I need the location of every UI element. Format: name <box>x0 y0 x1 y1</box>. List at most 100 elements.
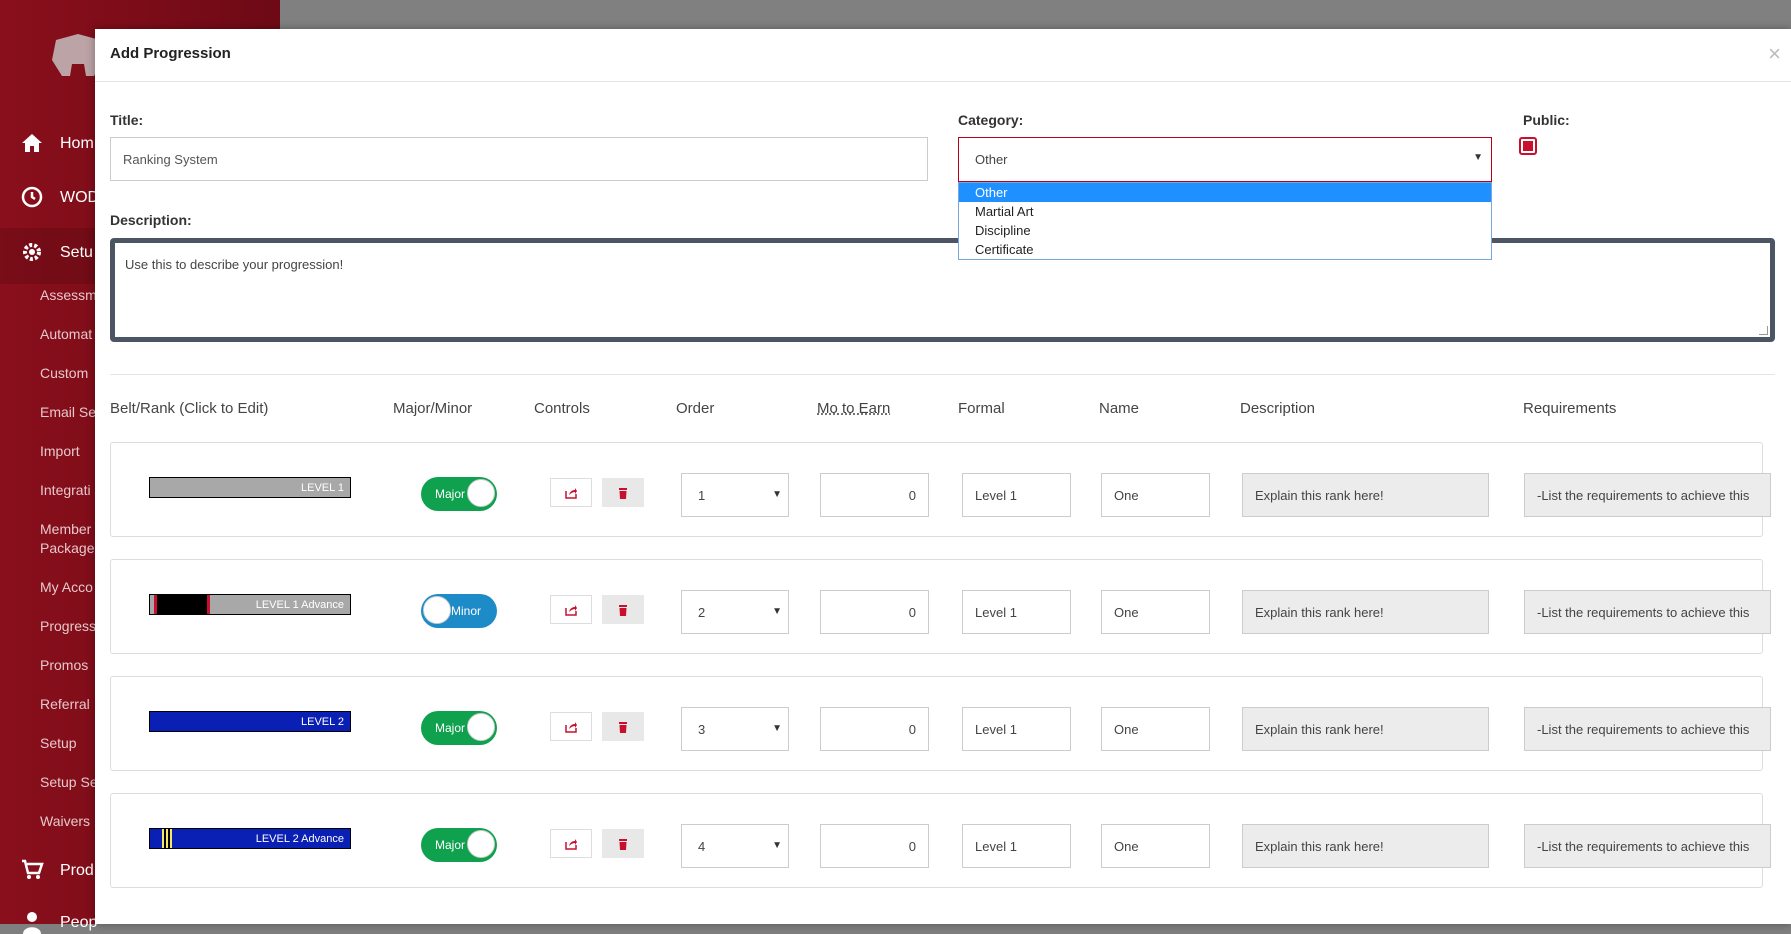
months-to-earn-input[interactable]: 0 <box>820 590 929 634</box>
name-input[interactable]: One <box>1101 473 1210 517</box>
sidebar-item-wod[interactable]: WOD <box>60 189 99 207</box>
belt-label: LEVEL 2 Advance <box>255 832 344 845</box>
months-to-earn-input[interactable]: 0 <box>820 824 929 868</box>
sidebar-item-setup[interactable]: Setu <box>60 244 93 262</box>
edit-button[interactable] <box>550 829 592 858</box>
category-option-discipline[interactable]: Discipline <box>959 221 1491 240</box>
delete-button[interactable] <box>602 595 644 624</box>
category-option-other[interactable]: Other <box>959 183 1491 202</box>
toggle-knob <box>467 830 495 858</box>
belt-label: LEVEL 1 Advance <box>255 598 344 611</box>
rank-description-input[interactable]: Explain this rank here! <box>1242 590 1489 634</box>
sidebar-sub-item[interactable]: Import <box>40 443 80 459</box>
resize-grip-icon[interactable] <box>1759 326 1768 335</box>
modal-title: Add Progression <box>110 45 231 62</box>
formal-input[interactable]: Level 1 <box>962 824 1071 868</box>
sidebar-sub-item[interactable]: Email Se <box>40 404 96 420</box>
sidebar-sub-item[interactable]: Custom <box>40 365 88 381</box>
delete-button[interactable] <box>602 712 644 741</box>
rank-description-input[interactable]: Explain this rank here! <box>1242 824 1489 868</box>
description-label: Description: <box>110 212 192 228</box>
requirements-input[interactable]: -List the requirements to achieve this <box>1524 590 1771 634</box>
requirements-input[interactable]: -List the requirements to achieve this <box>1524 473 1771 517</box>
order-select[interactable]: 1 ▼ <box>681 473 789 517</box>
description-textarea[interactable]: Use this to describe your progression! <box>110 238 1775 342</box>
delete-button[interactable] <box>602 478 644 507</box>
header-major-minor: Major/Minor <box>393 400 473 417</box>
belt-level-2[interactable]: LEVEL 2 <box>149 711 351 732</box>
category-option-martial-art[interactable]: Martial Art <box>959 202 1491 221</box>
rank-description-input[interactable]: Explain this rank here! <box>1242 707 1489 751</box>
sidebar-sub-item[interactable]: Setup <box>40 735 77 751</box>
edit-button[interactable] <box>550 595 592 624</box>
belt-label: LEVEL 2 <box>300 715 344 728</box>
category-label: Category: <box>958 112 1024 128</box>
sidebar-sub-item[interactable]: Promos <box>40 657 88 673</box>
caret-down-icon: ▼ <box>772 840 782 851</box>
formal-input[interactable]: Level 1 <box>962 473 1071 517</box>
belt-level-1-advance[interactable]: LEVEL 1 Advance <box>149 594 351 615</box>
header-description: Description <box>1240 400 1316 417</box>
toggle-knob <box>467 713 495 741</box>
formal-input[interactable]: Level 1 <box>962 707 1071 751</box>
name-input[interactable]: One <box>1101 707 1210 751</box>
order-select[interactable]: 4 ▼ <box>681 824 789 868</box>
category-select[interactable]: Other ▼ <box>958 137 1492 182</box>
toggle-label: Major <box>435 838 466 852</box>
toggle-knob <box>467 479 495 507</box>
sidebar-sub-item[interactable]: Referral <box>40 696 90 712</box>
belt-black-bar <box>154 595 210 614</box>
category-dropdown-list: Other Martial Art Discipline Certificate <box>958 182 1492 260</box>
months-to-earn-input[interactable]: 0 <box>820 707 929 751</box>
sidebar-sub-item[interactable]: Member <box>40 521 91 537</box>
name-input[interactable]: One <box>1101 590 1210 634</box>
close-icon[interactable]: × <box>1768 41 1781 67</box>
sidebar-sub-item[interactable]: Automat <box>40 326 92 342</box>
rank-description-input[interactable]: Explain this rank here! <box>1242 473 1489 517</box>
sidebar-sub-item[interactable]: Integrati <box>40 482 91 498</box>
edit-button[interactable] <box>550 712 592 741</box>
title-label: Title: <box>110 112 144 128</box>
belt-level-1[interactable]: LEVEL 1 <box>149 477 351 498</box>
order-select[interactable]: 3 ▼ <box>681 707 789 751</box>
header-order: Order <box>676 400 715 417</box>
sidebar-sub-item[interactable]: Package <box>40 540 94 556</box>
add-progression-modal: Add Progression × Title: Ranking System … <box>95 29 1791 924</box>
major-minor-toggle[interactable]: Minor <box>421 594 497 628</box>
requirements-input[interactable]: -List the requirements to achieve this <box>1524 824 1771 868</box>
sidebar-item-people[interactable]: Peop <box>60 914 97 932</box>
title-input[interactable]: Ranking System <box>110 137 928 181</box>
major-minor-toggle[interactable]: Major <box>421 477 497 511</box>
sidebar-sub-item[interactable]: Setup Se <box>40 774 98 790</box>
belt-label: LEVEL 1 <box>300 481 344 494</box>
clock-icon <box>21 186 43 208</box>
sidebar-sub-item[interactable]: Waivers <box>40 813 90 829</box>
trash-icon <box>619 487 627 499</box>
formal-input[interactable]: Level 1 <box>962 590 1071 634</box>
edit-button[interactable] <box>550 478 592 507</box>
sidebar-sub-item[interactable]: Progress <box>40 618 96 634</box>
header-mo-to-earn: Mo to Earn <box>817 400 891 417</box>
major-minor-toggle[interactable]: Major <box>421 711 497 745</box>
sidebar-sub-item[interactable]: My Acco <box>40 579 93 595</box>
sidebar-item-products[interactable]: Prod <box>60 862 94 880</box>
major-minor-toggle[interactable]: Major <box>421 828 497 862</box>
sidebar-item-home[interactable]: Hom <box>60 135 94 153</box>
public-checkbox[interactable] <box>1519 137 1537 155</box>
months-to-earn-input[interactable]: 0 <box>820 473 929 517</box>
order-select[interactable]: 2 ▼ <box>681 590 789 634</box>
toggle-label: Major <box>435 487 466 501</box>
category-option-certificate[interactable]: Certificate <box>959 240 1491 259</box>
rank-row: LEVEL 1 Major 1 ▼ 0 Level 1 One Explain t… <box>110 442 1771 537</box>
share-icon <box>565 487 577 499</box>
sidebar-sub-item[interactable]: Assessm <box>40 287 97 303</box>
divider <box>110 374 1775 375</box>
caret-down-icon: ▼ <box>1473 152 1483 163</box>
name-input[interactable]: One <box>1101 824 1210 868</box>
order-value: 2 <box>698 604 706 620</box>
rank-row: LEVEL 1 Advance Minor 2 ▼ 0 Level 1 One E… <box>110 559 1771 654</box>
delete-button[interactable] <box>602 829 644 858</box>
trash-icon <box>619 838 627 850</box>
belt-level-2-advance[interactable]: LEVEL 2 Advance <box>149 828 351 849</box>
requirements-input[interactable]: -List the requirements to achieve this <box>1524 707 1771 751</box>
